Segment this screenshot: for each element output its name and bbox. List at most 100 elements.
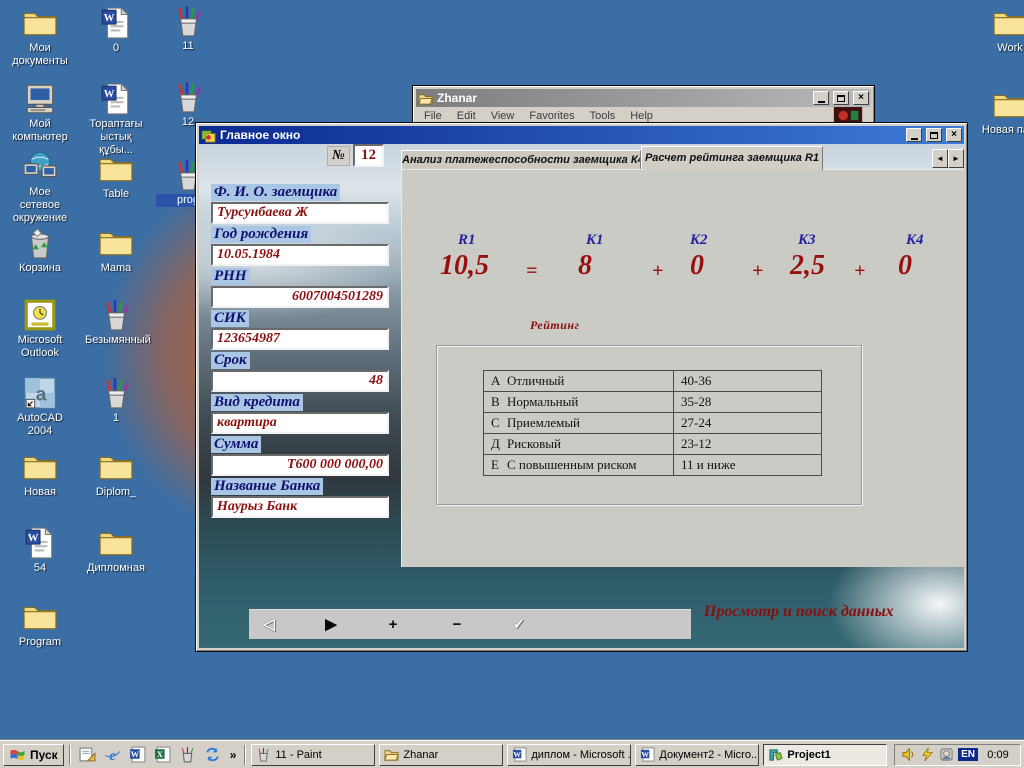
desktop-icon-paint-1[interactable]: 1 bbox=[84, 376, 148, 425]
excel-icon[interactable]: X bbox=[154, 746, 171, 763]
zhanar-maximize-button[interactable] bbox=[833, 91, 849, 105]
grade-letter: С bbox=[491, 415, 507, 431]
main-maximize-button[interactable] bbox=[926, 128, 942, 142]
move-next-button[interactable]: ▶ bbox=[319, 610, 343, 640]
taskbar-task-2[interactable]: Wдиплом - Microsoft ... bbox=[507, 744, 631, 766]
field-label-3: СИК bbox=[211, 310, 249, 327]
equation-label-K1: K1 bbox=[586, 232, 604, 249]
paint-icon bbox=[170, 80, 206, 114]
menu-item-view[interactable]: View bbox=[491, 110, 515, 122]
main-window[interactable]: Главное окно × № 12 ◄ ► Анализ платежесп… bbox=[195, 122, 968, 652]
desktop-icon-label: Безымянный bbox=[84, 334, 148, 347]
grade-name: Рисковый bbox=[507, 436, 561, 451]
desktop-icon-ms-outlook[interactable]: Microsoft Outlook bbox=[8, 298, 72, 360]
desktop-icon-recycle-bin[interactable]: Корзина bbox=[8, 226, 72, 275]
main-titlebar[interactable]: Главное окно × bbox=[199, 126, 964, 144]
desktop-icon-toraptagy[interactable]: WТораптағы ыстық құбы... bbox=[84, 82, 148, 157]
field-input-2[interactable] bbox=[211, 286, 389, 308]
start-button[interactable]: Пуск bbox=[3, 744, 64, 766]
taskbar-task-1[interactable]: Zhanar bbox=[379, 744, 503, 766]
desktop-icon-network[interactable]: Мое сетевое окружение bbox=[8, 150, 72, 225]
word-icon[interactable]: W bbox=[129, 746, 146, 763]
table-row: ДРисковый23-12 bbox=[484, 434, 822, 455]
desktop-icon-bezymyannyi[interactable]: Безымянный bbox=[84, 298, 148, 347]
main-minimize-button[interactable] bbox=[906, 128, 922, 142]
language-indicator[interactable]: EN bbox=[958, 748, 978, 761]
desktop-icon-paint-11[interactable]: 11 bbox=[156, 4, 220, 53]
desktop-icon-work[interactable]: Work bbox=[978, 6, 1024, 55]
zhanar-minimize-button[interactable] bbox=[813, 91, 829, 105]
desktop-icon-diplomnaya[interactable]: Дипломная bbox=[84, 526, 148, 575]
menu-item-help[interactable]: Help bbox=[630, 110, 653, 122]
menu-item-edit[interactable]: Edit bbox=[457, 110, 476, 122]
folder-icon bbox=[22, 600, 58, 634]
desktop-icon-novaya-pa[interactable]: Новая па... bbox=[978, 88, 1024, 137]
tab-analysis[interactable]: Анализ платежеспособности заемщика К4 bbox=[401, 150, 641, 170]
taskbar-task-0[interactable]: 11 - Paint bbox=[251, 744, 375, 766]
paint-icon[interactable] bbox=[179, 746, 196, 763]
desktop-icon-program[interactable]: Program bbox=[8, 600, 72, 649]
agent-icon[interactable] bbox=[939, 747, 954, 762]
field-input-0[interactable] bbox=[211, 202, 389, 224]
scheduler-icon[interactable] bbox=[920, 747, 935, 762]
show-desktop-icon[interactable] bbox=[79, 746, 96, 763]
desktop-icon-label: Мой компьютер bbox=[8, 118, 72, 144]
field-input-4[interactable] bbox=[211, 370, 389, 392]
rating-grade-cell: ДРисковый bbox=[484, 434, 674, 455]
volume-icon[interactable] bbox=[901, 747, 916, 762]
tab-scroll-left-icon[interactable]: ◄ bbox=[932, 149, 948, 168]
field-input-6[interactable] bbox=[211, 454, 389, 476]
desktop-icon-doc-54[interactable]: W54 bbox=[8, 526, 72, 575]
folder-icon bbox=[22, 6, 58, 40]
task-label: Документ2 - Micro... bbox=[659, 749, 759, 761]
tab-scroll-right-icon[interactable]: ► bbox=[948, 149, 964, 168]
menu-item-favorites[interactable]: Favorites bbox=[529, 110, 574, 122]
svg-text:W: W bbox=[28, 533, 39, 544]
grade-name: Нормальный bbox=[507, 394, 578, 409]
zhanar-titlebar[interactable]: Zhanar × bbox=[416, 89, 871, 107]
desktop-icon-label: AutoCAD 2004 bbox=[8, 412, 72, 438]
field-input-5[interactable] bbox=[211, 412, 389, 434]
field-input-3[interactable] bbox=[211, 328, 389, 350]
outlook-express-icon[interactable] bbox=[204, 746, 221, 763]
field-label-4: Срок bbox=[211, 352, 250, 369]
desktop-icon-mama[interactable]: Mama bbox=[84, 226, 148, 275]
record-number-value[interactable]: 12 bbox=[353, 144, 384, 167]
taskbar-task-4[interactable]: Project1 bbox=[763, 744, 887, 766]
rating-panel: R1K1K2K3K410,5=8+0+2,5+0 Рейтинг АОтличн… bbox=[401, 169, 964, 567]
desktop-icon-autocad-2004[interactable]: aAutoCAD 2004 bbox=[8, 376, 72, 438]
zhanar-close-button[interactable]: × bbox=[853, 91, 869, 105]
borrower-fields: Ф. И. О. заемщикаГод рожденияРННСИКСрокВ… bbox=[211, 182, 389, 518]
confirm-button[interactable]: ✓ bbox=[507, 610, 531, 640]
desktop-icon-doc-0[interactable]: W0 bbox=[84, 6, 148, 55]
field-input-1[interactable] bbox=[211, 244, 389, 266]
grade-name: С повышенным риском bbox=[507, 457, 637, 472]
internet-explorer-icon[interactable]: e bbox=[104, 746, 121, 763]
vb-icon bbox=[768, 747, 783, 762]
desktop-icon-novaya[interactable]: Новая bbox=[8, 450, 72, 499]
equation-operator: + bbox=[854, 260, 865, 283]
desktop-icon-label: 11 bbox=[156, 40, 220, 53]
desktop-icon-diplom[interactable]: Diplom_ bbox=[84, 450, 148, 499]
desktop-icon-table-folder[interactable]: Table bbox=[84, 152, 148, 201]
taskbar-clock[interactable]: 0:09 bbox=[982, 749, 1014, 761]
delete-record-button[interactable]: − bbox=[445, 610, 469, 640]
rating-table-frame: АОтличный40-36ВНормальный35-28СПриемлемы… bbox=[436, 345, 862, 505]
move-previous-button[interactable]: ◁ bbox=[257, 610, 281, 640]
grade-letter: А bbox=[491, 373, 507, 389]
desktop-icon-label: Новая па... bbox=[978, 124, 1024, 137]
desktop-icon-my-documents[interactable]: Мои документы bbox=[8, 6, 72, 68]
add-record-button[interactable]: + bbox=[381, 610, 405, 640]
equation-value: 0 bbox=[690, 250, 704, 282]
menu-item-file[interactable]: File bbox=[424, 110, 442, 122]
taskbar-task-3[interactable]: WДокумент2 - Micro... bbox=[635, 744, 759, 766]
menu-item-tools[interactable]: Tools bbox=[590, 110, 616, 122]
desktop-icon-label: Program bbox=[8, 636, 72, 649]
folder-icon bbox=[98, 152, 134, 186]
tab-rating[interactable]: Расчет рейтинга заемщика R1 bbox=[641, 146, 823, 170]
field-input-7[interactable] bbox=[211, 496, 389, 518]
main-close-button[interactable]: × bbox=[946, 128, 962, 142]
equation-label-K2: K2 bbox=[690, 232, 708, 249]
quick-launch-overflow-icon[interactable]: » bbox=[227, 748, 240, 762]
desktop-icon-my-computer[interactable]: Мой компьютер bbox=[8, 82, 72, 144]
